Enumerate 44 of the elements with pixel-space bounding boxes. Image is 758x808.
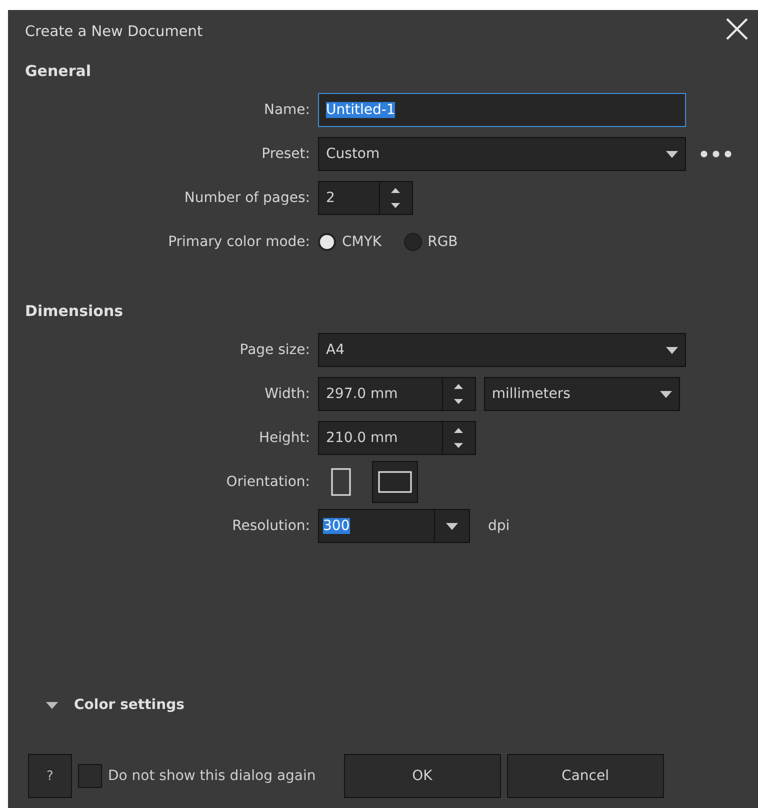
spin-field[interactable]: 210.0 mm [318, 421, 476, 455]
caret-icon [666, 150, 678, 158]
dropdown[interactable]: A4 [318, 333, 686, 367]
field-label: Orientation: [226, 474, 310, 490]
landscape-page-button[interactable] [372, 461, 418, 503]
spin-field[interactable]: 2 [318, 181, 413, 215]
down-arrow-icon[interactable] [454, 443, 464, 448]
up-arrow-icon[interactable] [391, 188, 400, 193]
caret-icon [666, 346, 678, 354]
radio-button[interactable]: RGB [404, 233, 458, 251]
dialog-button[interactable]: OK [344, 754, 501, 798]
field-label: Primary color mode: [168, 234, 310, 250]
caret-icon [660, 390, 672, 398]
checkbox-label: Do not show this dialog again [108, 768, 316, 784]
spin-field[interactable]: 297.0 mm [318, 377, 476, 411]
field-label: Resolution: [232, 518, 310, 534]
field-label: Page size: [240, 342, 310, 358]
dropdown[interactable]: Custom [318, 137, 686, 171]
field-label: Preset: [262, 146, 310, 162]
help-button[interactable]: ? [28, 754, 72, 798]
section-heading: Dimensions [24, 302, 124, 320]
up-arrow-icon[interactable] [454, 428, 464, 433]
up-arrow-icon[interactable] [454, 384, 464, 389]
field-label: Height: [259, 430, 310, 446]
resolution-combo[interactable]: 300 [318, 509, 470, 543]
dialog-button[interactable]: Cancel [506, 754, 664, 798]
portrait-page-icon [331, 468, 351, 496]
checkbox[interactable] [78, 764, 102, 788]
close-icon[interactable] [724, 16, 750, 42]
field-value: Untitled-1 [326, 102, 396, 118]
field-label: Name: [264, 102, 310, 118]
section-heading: General [24, 62, 92, 80]
window-title: Create a New Document [25, 24, 203, 40]
down-arrow-icon[interactable] [391, 203, 400, 208]
caret-icon [446, 522, 458, 530]
down-arrow-icon[interactable] [454, 399, 464, 404]
field-label: Number of pages: [184, 190, 310, 206]
field-label: Width: [264, 386, 310, 402]
color-settings-toggle[interactable]: Color settings [8, 696, 190, 714]
radio-button[interactable]: CMYK [318, 233, 382, 251]
name-field[interactable]: Untitled-1 [318, 93, 686, 127]
unit-dropdown[interactable]: millimeters [484, 377, 680, 411]
unit-label: dpi [488, 518, 510, 534]
landscape-page-icon [378, 471, 412, 493]
